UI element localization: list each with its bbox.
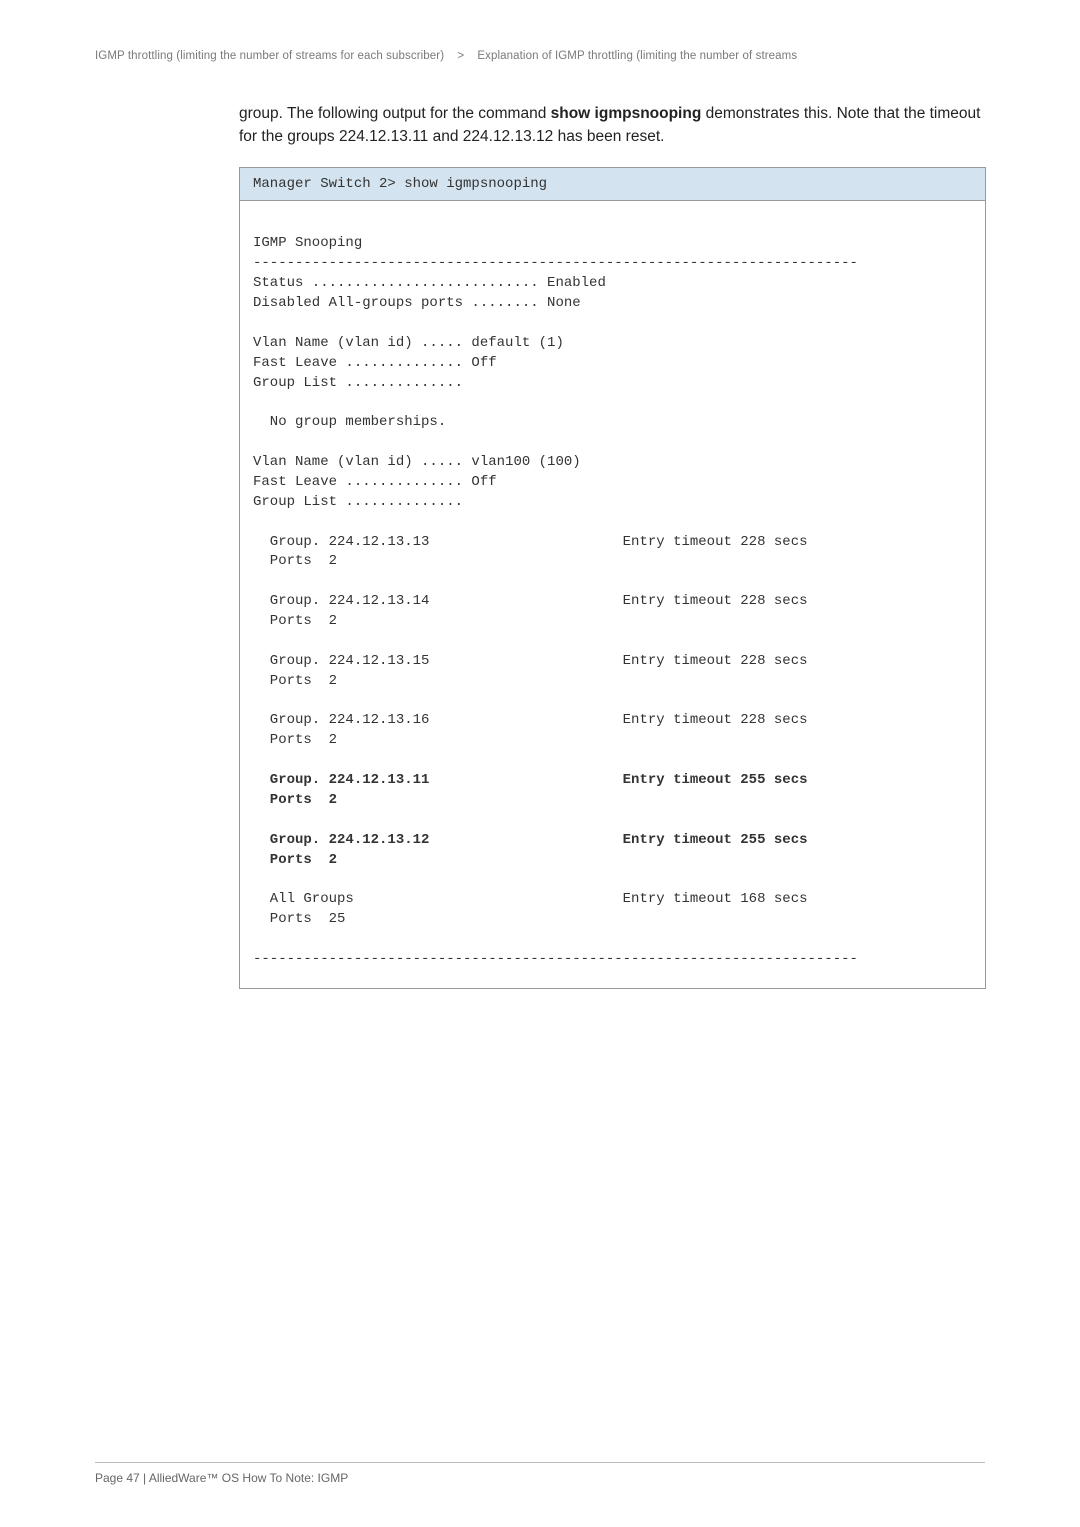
term-line <box>253 434 261 450</box>
term-line <box>253 633 261 649</box>
term-line: Ports 2 <box>253 613 337 629</box>
term-line: Group List .............. <box>253 375 463 391</box>
term-line: Ports 2 <box>253 732 337 748</box>
breadcrumb: IGMP throttling (limiting the number of … <box>95 50 985 62</box>
terminal-prompt: Manager Switch 2> show igmpsnooping <box>240 168 985 201</box>
term-line: Group. 224.12.13.16 Entry timeout 228 se… <box>253 712 808 728</box>
intro-text-1: group. The following output for the comm… <box>239 105 551 122</box>
term-line <box>253 693 261 709</box>
term-line: No group memberships. <box>253 414 446 430</box>
intro-paragraph: group. The following output for the comm… <box>239 102 985 149</box>
term-line <box>253 315 261 331</box>
term-line: Disabled All-groups ports ........ None <box>253 295 581 311</box>
term-line: ----------------------------------------… <box>253 255 858 271</box>
intro-command: show igmpsnooping <box>551 105 702 122</box>
term-line <box>253 514 261 530</box>
term-line: IGMP Snooping <box>253 235 362 251</box>
breadcrumb-left: IGMP throttling (limiting the number of … <box>95 50 444 62</box>
term-line: Vlan Name (vlan id) ..... vlan100 (100) <box>253 454 581 470</box>
term-line: Group. 224.12.13.14 Entry timeout 228 se… <box>253 593 808 609</box>
footer-text: Page 47 | AlliedWare™ OS How To Note: IG… <box>95 1471 348 1485</box>
term-line: All Groups Entry timeout 168 secs <box>253 891 808 907</box>
term-line <box>253 812 261 828</box>
term-line: Group. 224.12.13.13 Entry timeout 228 se… <box>253 534 808 550</box>
term-line: Fast Leave .............. Off <box>253 355 497 371</box>
term-line-bold: Ports 2 <box>253 852 337 868</box>
term-line: Vlan Name (vlan id) ..... default (1) <box>253 335 564 351</box>
term-line: Fast Leave .............. Off <box>253 474 497 490</box>
term-line: Ports 2 <box>253 673 337 689</box>
term-line: ----------------------------------------… <box>253 951 858 967</box>
page-footer: Page 47 | AlliedWare™ OS How To Note: IG… <box>95 1462 985 1485</box>
term-line: Group List .............. <box>253 494 463 510</box>
breadcrumb-separator: > <box>457 50 464 62</box>
term-line: Ports 25 <box>253 911 345 927</box>
term-line: Ports 2 <box>253 553 337 569</box>
breadcrumb-right: Explanation of IGMP throttling (limiting… <box>477 50 797 62</box>
terminal-output: Manager Switch 2> show igmpsnooping IGMP… <box>239 167 986 989</box>
term-line <box>253 573 261 589</box>
term-line <box>253 871 261 887</box>
term-line <box>253 394 261 410</box>
term-line: Status ........................... Enabl… <box>253 275 606 291</box>
term-line <box>253 752 261 768</box>
terminal-body: IGMP Snooping --------------------------… <box>240 201 985 988</box>
term-line-bold: Group. 224.12.13.11 Entry timeout 255 se… <box>253 772 808 788</box>
term-line-bold: Ports 2 <box>253 792 337 808</box>
term-line <box>253 931 261 947</box>
term-line: Group. 224.12.13.15 Entry timeout 228 se… <box>253 653 808 669</box>
term-line-bold: Group. 224.12.13.12 Entry timeout 255 se… <box>253 832 808 848</box>
